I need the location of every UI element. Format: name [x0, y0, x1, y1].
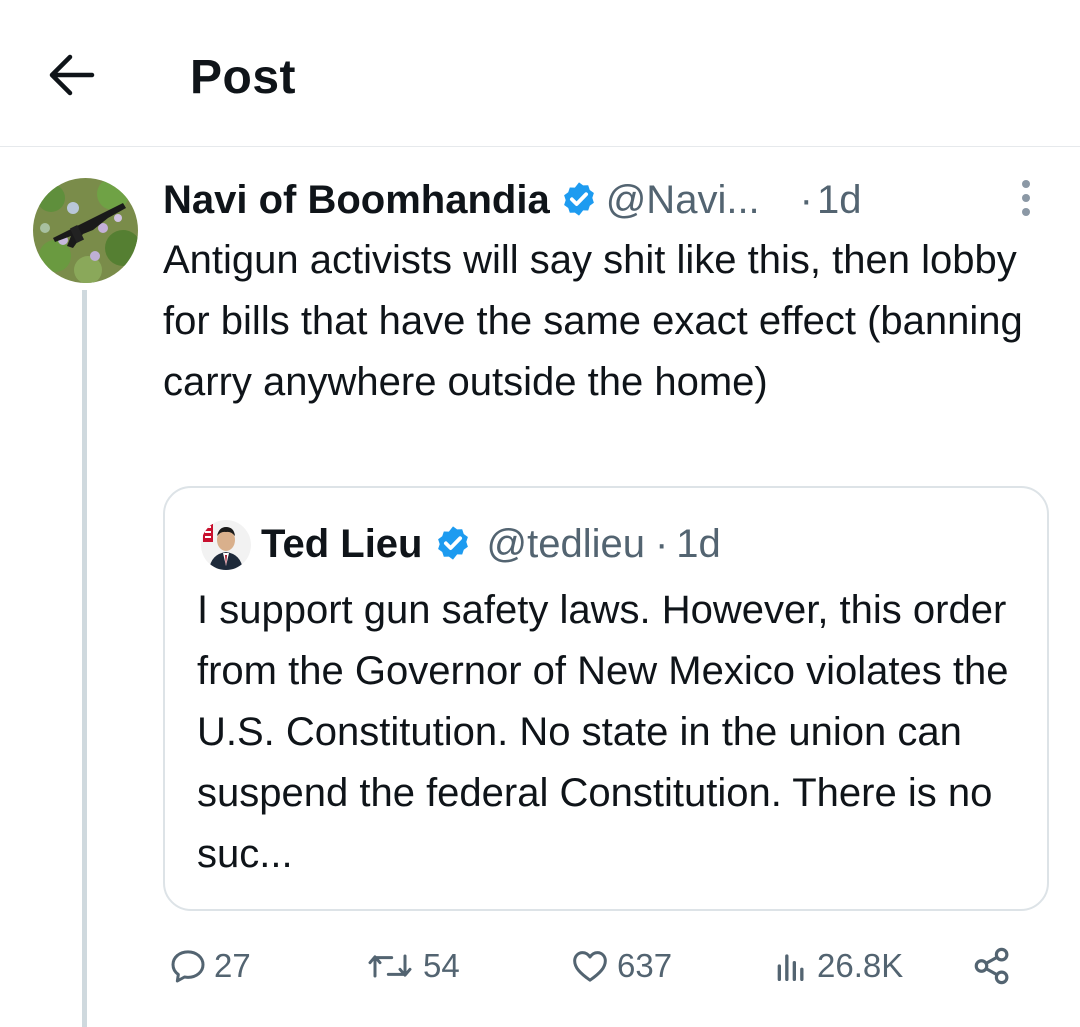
repost-button[interactable]: 54: [363, 938, 460, 994]
reply-count: 27: [214, 947, 251, 984]
top-app-bar: Post: [0, 0, 1080, 147]
post-author-row: Navi of Boomhandia @Navi... · 1d: [163, 172, 963, 228]
post-text: Antigun activists will say shit like thi…: [163, 238, 1023, 404]
author-name[interactable]: Navi of Boomhandia: [163, 178, 550, 222]
more-options-button[interactable]: [1010, 176, 1042, 220]
separator-dot: ·: [654, 522, 669, 566]
back-button[interactable]: [44, 48, 104, 102]
more-dot-icon: [1022, 180, 1030, 188]
more-dot-icon: [1022, 194, 1030, 202]
quote-author-avatar: [201, 520, 251, 570]
verified-badge-icon: [438, 526, 469, 561]
share-icon: [974, 947, 1009, 985]
views-count: 26.8K: [817, 947, 904, 984]
quote-author-row: Ted Lieu @tedlieu · 1d: [261, 516, 721, 572]
reply-icon: [171, 950, 205, 983]
reply-button[interactable]: 27: [168, 938, 251, 994]
avatar-image: [33, 178, 138, 283]
repost-icon: [368, 954, 412, 978]
quoted-post[interactable]: Ted Lieu @tedlieu · 1d I support gun safet…: [163, 486, 1049, 911]
heart-icon: [573, 951, 607, 982]
post-timestamp[interactable]: 1d: [817, 178, 862, 222]
views-chart-icon: [777, 954, 804, 981]
quote-text: I support gun safety laws. However, this…: [197, 588, 1009, 876]
quote-author-handle: @tedlieu: [486, 522, 645, 566]
thread-line: [82, 290, 87, 1027]
share-button[interactable]: [971, 938, 1013, 994]
more-dot-icon: [1022, 208, 1030, 216]
arrow-left-icon: [49, 54, 95, 96]
post-actions-bar: 27 54 637 26.8K: [163, 938, 1043, 994]
quote-avatar-image: [201, 520, 251, 570]
quote-author-name: Ted Lieu: [261, 522, 423, 566]
verified-badge-icon: [563, 182, 594, 217]
author-handle[interactable]: @Navi...: [606, 178, 760, 222]
author-avatar[interactable]: [33, 178, 138, 283]
views-button[interactable]: 26.8K: [771, 938, 903, 994]
repost-count: 54: [423, 947, 460, 984]
page-title: Post: [190, 51, 297, 104]
quote-timestamp: 1d: [676, 522, 721, 566]
like-count: 637: [617, 947, 673, 984]
like-button[interactable]: 637: [569, 938, 672, 994]
separator-dot: ·: [799, 178, 813, 222]
